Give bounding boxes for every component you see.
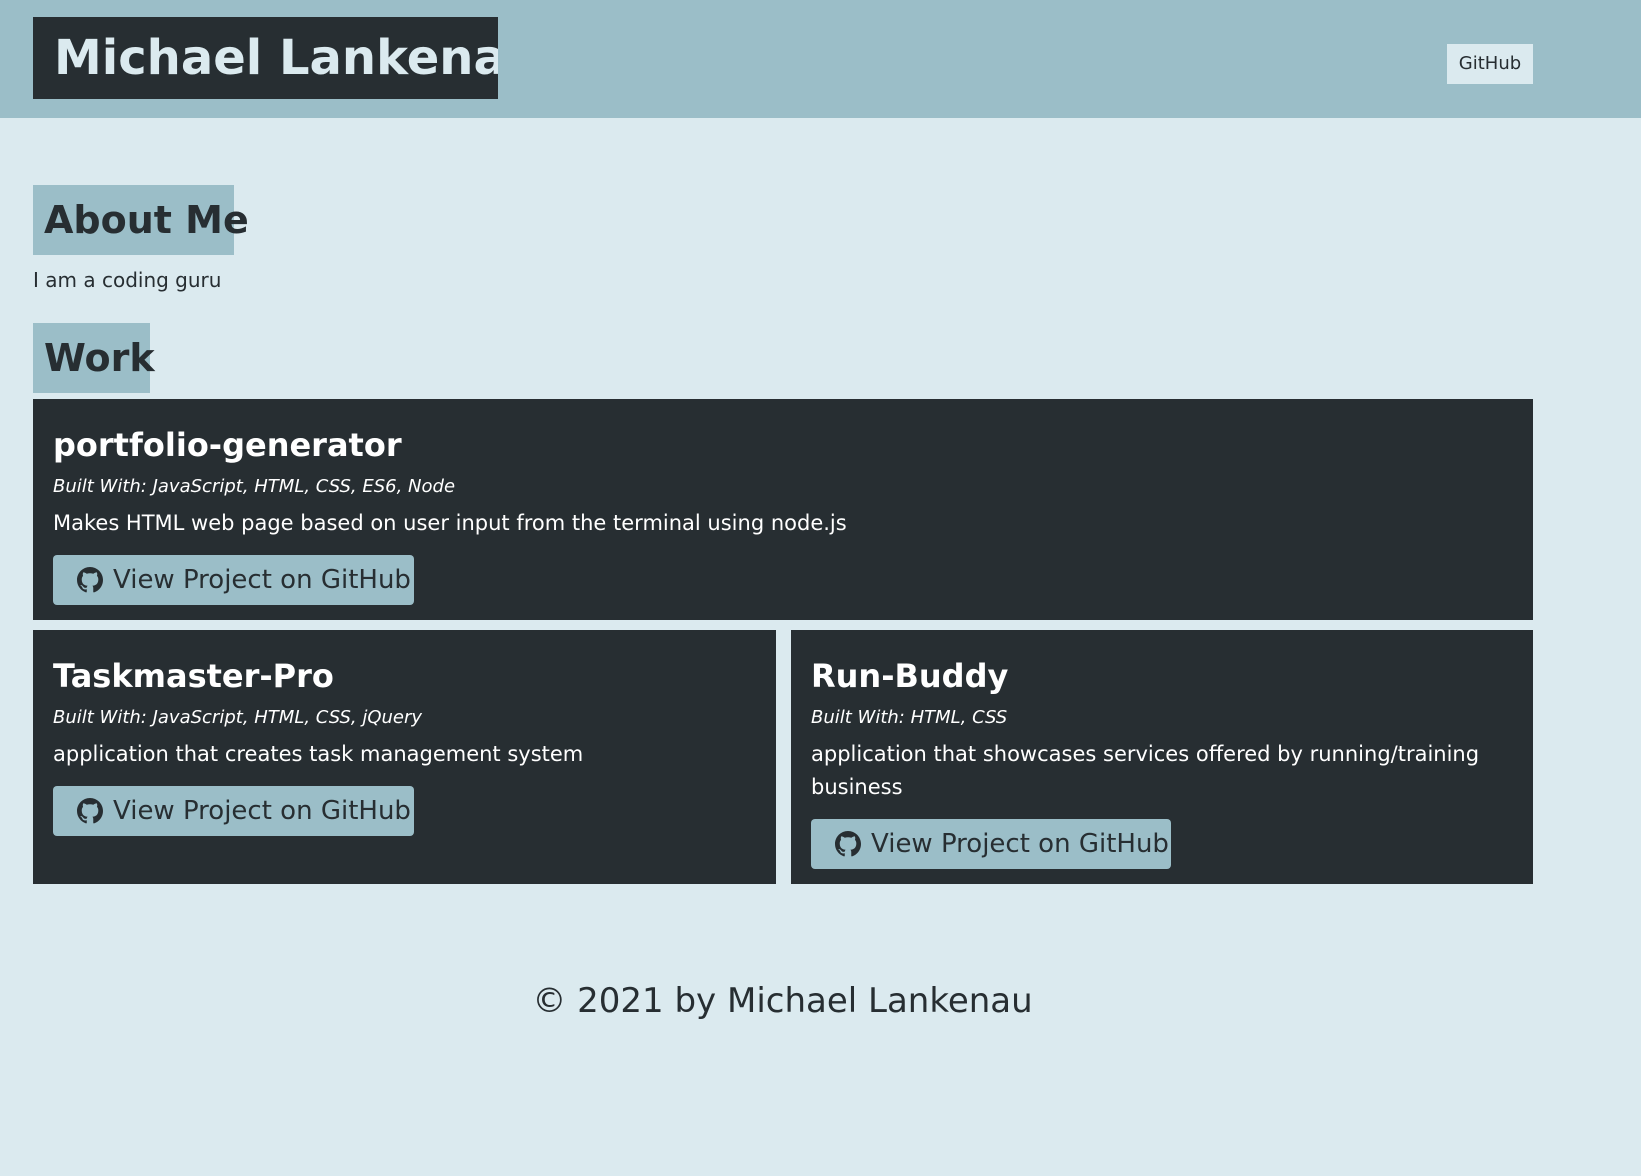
site-header: Michael Lankenau GitHub <box>0 0 1641 118</box>
site-footer: © 2021 by Michael Lankenau <box>0 976 1565 1026</box>
about-me-heading: About Me <box>33 185 249 255</box>
project-title: Run-Buddy <box>811 657 1009 695</box>
button-label: View Project on GitHub <box>113 796 411 826</box>
project-description: Makes HTML web page based on user input … <box>53 511 847 535</box>
project-card-portfolio-generator: portfolio-generator Built With: JavaScri… <box>33 399 1533 620</box>
project-card-taskmaster-pro: Taskmaster-Pro Built With: JavaScript, H… <box>33 630 776 884</box>
view-project-github-button[interactable]: View Project on GitHub <box>53 786 414 836</box>
button-label: View Project on GitHub <box>113 565 411 595</box>
view-project-github-button[interactable]: View Project on GitHub <box>53 555 414 605</box>
project-title: Taskmaster-Pro <box>53 657 334 695</box>
work-heading: Work <box>33 323 155 393</box>
project-title: portfolio-generator <box>53 426 402 464</box>
project-description: application that showcases services offe… <box>811 742 1480 799</box>
project-built-with: Built With: HTML, CSS <box>811 707 1008 728</box>
project-description: application that creates task management… <box>53 742 584 766</box>
footer-copyright: © 2021 by Michael Lankenau <box>532 981 1033 1021</box>
github-icon <box>77 798 103 824</box>
site-title: Michael Lankenau <box>33 17 498 99</box>
project-built-with: Built With: JavaScript, HTML, CSS, ES6, … <box>53 476 456 497</box>
github-icon <box>835 831 861 857</box>
view-project-github-button[interactable]: View Project on GitHub <box>811 819 1171 869</box>
github-icon <box>77 567 103 593</box>
project-card-run-buddy: Run-Buddy Built With: HTML, CSS applicat… <box>791 630 1533 884</box>
project-built-with: Built With: JavaScript, HTML, CSS, jQuer… <box>53 707 423 728</box>
button-label: View Project on GitHub <box>871 829 1169 859</box>
about-me-text: I am a coding guru <box>33 268 222 292</box>
nav-github-link[interactable]: GitHub <box>1447 44 1533 84</box>
